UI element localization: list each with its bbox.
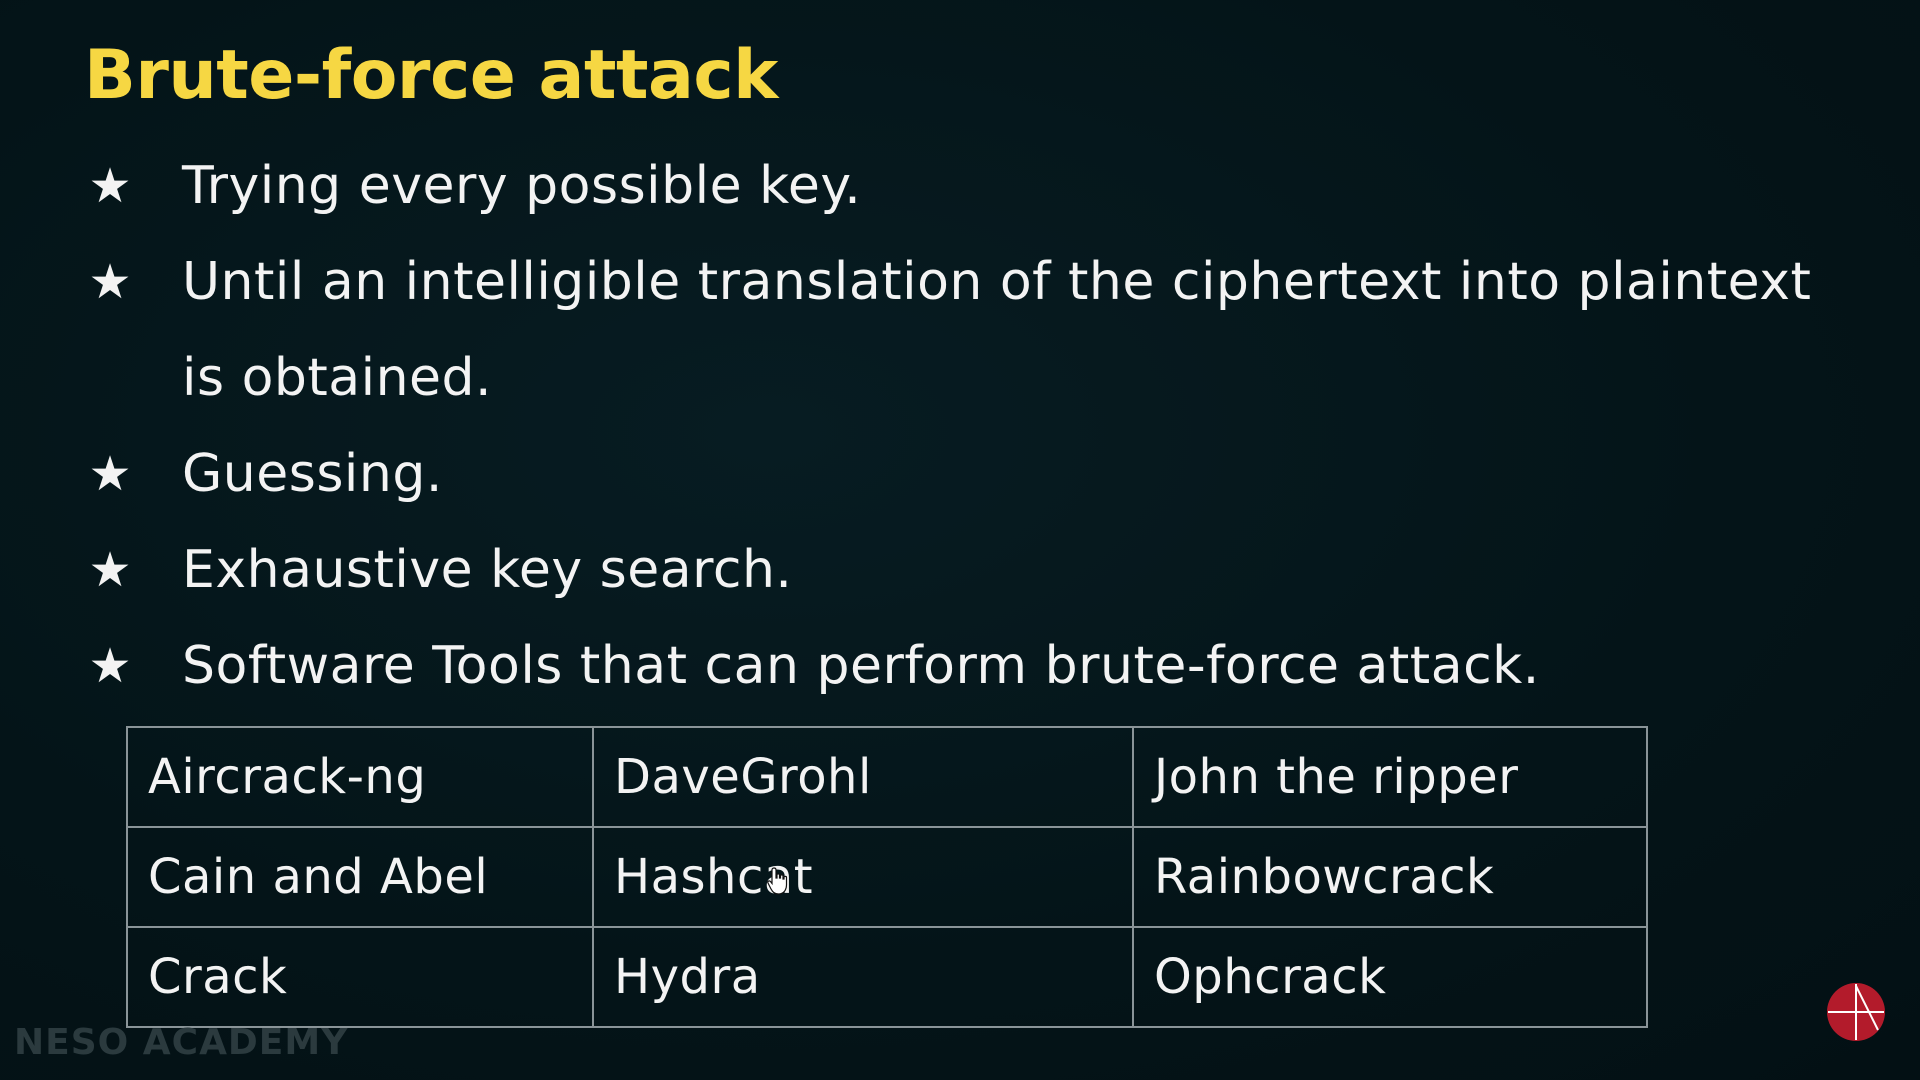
bullet-text: Software Tools that can perform brute-fo… bbox=[182, 636, 1540, 696]
star-icon: ★ bbox=[88, 158, 132, 214]
star-icon: ★ bbox=[88, 542, 132, 598]
tools-table: Aircrack-ng DaveGrohl John the ripper Ca… bbox=[126, 726, 1648, 1028]
bullet-item: ★ Trying every possible key. bbox=[84, 138, 1844, 234]
bullet-text: Guessing. bbox=[182, 444, 443, 504]
table-cell: Hydra bbox=[592, 926, 1134, 1028]
table-cell: Rainbowcrack bbox=[1132, 826, 1648, 928]
table-row: Aircrack-ng DaveGrohl John the ripper bbox=[126, 726, 1648, 828]
star-icon: ★ bbox=[88, 254, 132, 310]
neso-logo-icon bbox=[1827, 983, 1885, 1041]
bullet-text-line: is obtained. bbox=[182, 348, 493, 408]
slide-title: Brute-force attack bbox=[84, 36, 778, 115]
bullet-text: Exhaustive key search. bbox=[182, 540, 793, 600]
table-row: Crack Hydra Ophcrack bbox=[126, 926, 1648, 1028]
bullet-text: Trying every possible key. bbox=[182, 156, 862, 216]
bullet-item: ★ Exhaustive key search. bbox=[84, 522, 1844, 618]
slide: Brute-force attack ★ Trying every possib… bbox=[0, 0, 1920, 1080]
table-cell: Aircrack-ng bbox=[126, 726, 594, 828]
table-cell: Crack bbox=[126, 926, 594, 1028]
bullet-item: ★ Software Tools that can perform brute-… bbox=[84, 618, 1844, 714]
table-cell: John the ripper bbox=[1132, 726, 1648, 828]
table-cell: Hashcat bbox=[592, 826, 1134, 928]
table-cell: DaveGrohl bbox=[592, 726, 1134, 828]
star-icon: ★ bbox=[88, 638, 132, 694]
hand-cursor-icon bbox=[767, 867, 788, 895]
bullet-text: Until an intelligible translation of the… bbox=[182, 234, 1844, 426]
bullet-item: ★ Until an intelligible translation of t… bbox=[84, 234, 1844, 426]
table-row: Cain and Abel Hashcat Rainbowcrack bbox=[126, 826, 1648, 928]
bullet-text-line: Until an intelligible translation of the… bbox=[182, 252, 1812, 312]
star-icon: ★ bbox=[88, 446, 132, 502]
watermark: NESO ACADEMY bbox=[14, 1022, 349, 1063]
table-cell: Cain and Abel bbox=[126, 826, 594, 928]
table-cell: Ophcrack bbox=[1132, 926, 1648, 1028]
bullet-item: ★ Guessing. bbox=[84, 426, 1844, 522]
